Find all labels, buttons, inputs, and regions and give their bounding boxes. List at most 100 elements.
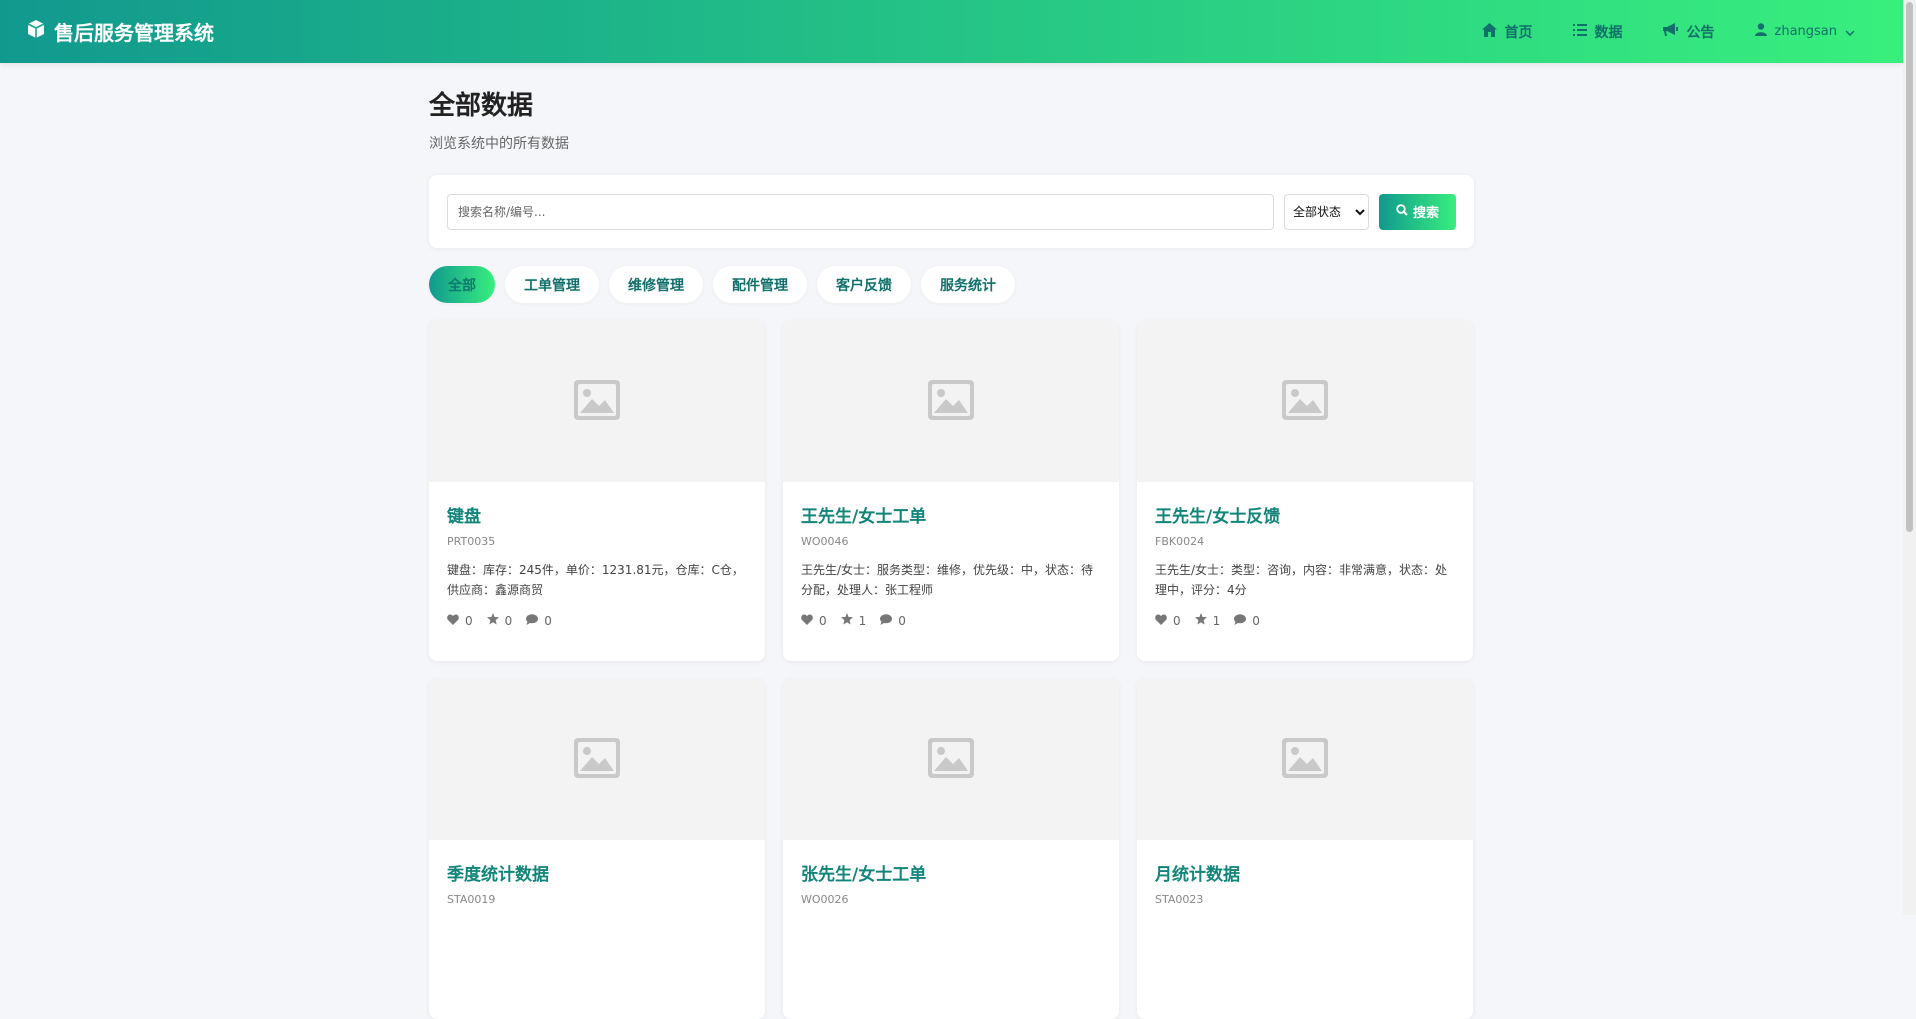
heart-icon [801,613,813,628]
star-icon [486,613,499,628]
card-image-placeholder [429,321,765,482]
data-card[interactable]: 季度统计数据 STA0019 [429,679,765,1019]
card-description: 王先生/女士：服务类型：维修，优先级：中，状态：待分配，处理人：张工程师 [801,563,1094,597]
search-button-label: 搜索 [1412,205,1439,220]
top-navbar: 售后服务管理系统 首页 数据 公告 zhangsan [0,0,1903,63]
home-icon [1481,22,1497,41]
search-panel: 全部状态 搜索 [429,175,1474,248]
tab-parts[interactable]: 配件管理 [713,266,807,303]
data-card[interactable]: 王先生/女士工单 WO0046 王先生/女士：服务类型：维修，优先级：中，状态：… [783,321,1119,661]
card-title: 王先生/女士反馈 [1155,507,1281,527]
card-code: STA0019 [447,893,496,906]
card-title: 张先生/女士工单 [801,865,927,885]
app-title: 售后服务管理系统 [54,21,214,45]
user-name: zhangsan [1774,24,1838,39]
card-image-placeholder [783,321,1119,482]
card-stats: 0 1 0 [1155,613,1455,628]
favorite-count: 0 [504,613,513,628]
chevron-down-icon [1845,24,1855,40]
card-code: FBK0024 [1155,535,1205,548]
card-description: 王先生/女士：类型：咨询，内容：非常满意，状态：处理中，评分：4分 [1155,563,1448,597]
user-menu[interactable]: zhangsan [1754,23,1856,40]
category-tabs: 全部 工单管理 维修管理 配件管理 客户反馈 服务统计 [429,266,1474,303]
user-icon [1754,23,1767,40]
tab-repairs[interactable]: 维修管理 [609,266,703,303]
comment-count: 0 [898,613,906,628]
nav-home[interactable]: 首页 [1481,22,1533,42]
card-image-placeholder [783,679,1119,840]
search-button[interactable]: 搜索 [1379,193,1456,230]
main-nav: 首页 数据 公告 zhangsan [1481,22,1856,42]
like-count: 0 [819,613,827,628]
card-image-placeholder [1137,679,1473,840]
like-stat[interactable]: 0 [447,613,473,628]
favorite-count: 1 [858,613,867,628]
data-card-grid: 键盘 PRT0035 键盘：库存：245件，单价：1231.81元，仓库：C仓，… [429,321,1474,1019]
page-title: 全部数据 [429,91,534,121]
like-stat[interactable]: 0 [1155,613,1181,628]
page-scrollbar[interactable] [1903,0,1916,915]
megaphone-icon [1662,22,1679,41]
nav-notice-label: 公告 [1686,24,1715,41]
data-card[interactable]: 王先生/女士反馈 FBK0024 王先生/女士：类型：咨询，内容：非常满意，状态… [1137,321,1473,661]
comment-icon [880,613,893,628]
tab-statistics[interactable]: 服务统计 [921,266,1015,303]
star-icon [840,613,853,628]
comment-stat[interactable]: 0 [880,613,906,628]
favorite-stat[interactable]: 1 [1194,613,1221,628]
card-code: STA0023 [1155,893,1204,906]
card-code: WO0026 [801,893,849,906]
tab-feedback[interactable]: 客户反馈 [817,266,911,303]
card-stats: 0 0 0 [447,613,747,628]
tab-work-orders[interactable]: 工单管理 [505,266,599,303]
data-card[interactable]: 键盘 PRT0035 键盘：库存：245件，单价：1231.81元，仓库：C仓，… [429,321,765,661]
comment-stat[interactable]: 0 [1234,613,1260,628]
tab-all[interactable]: 全部 [429,266,495,303]
list-icon [1572,23,1587,40]
image-icon [928,737,974,782]
card-title: 月统计数据 [1155,865,1240,885]
comment-icon [526,613,539,628]
image-icon [1282,379,1328,424]
heart-icon [447,613,459,628]
nav-data[interactable]: 数据 [1572,22,1623,42]
heart-icon [1155,613,1167,628]
image-icon [574,737,620,782]
comment-icon [1234,613,1247,628]
card-title: 季度统计数据 [447,865,549,885]
like-count: 0 [1173,613,1181,628]
nav-data-label: 数据 [1594,24,1623,41]
status-select[interactable]: 全部状态 [1284,193,1369,230]
image-icon [574,379,620,424]
page-subtitle: 浏览系统中的所有数据 [429,136,569,152]
card-image-placeholder [1137,321,1473,482]
search-input[interactable] [447,193,1274,230]
nav-home-label: 首页 [1504,24,1533,41]
card-title: 王先生/女士工单 [801,507,927,527]
scrollbar-thumb[interactable] [1906,2,1913,532]
favorite-stat[interactable]: 0 [486,613,513,628]
card-title: 键盘 [447,507,481,527]
data-card[interactable]: 张先生/女士工单 WO0026 [783,679,1119,1019]
nav-notice[interactable]: 公告 [1662,22,1715,42]
card-image-placeholder [429,679,765,840]
data-card[interactable]: 月统计数据 STA0023 [1137,679,1473,1019]
card-code: PRT0035 [447,535,496,548]
brand[interactable]: 售后服务管理系统 [26,17,214,46]
like-count: 0 [465,613,473,628]
favorite-count: 1 [1212,613,1221,628]
like-stat[interactable]: 0 [801,613,827,628]
card-stats: 0 1 0 [801,613,1101,628]
star-icon [1194,613,1207,628]
image-icon [928,379,974,424]
comment-count: 0 [544,613,552,628]
card-description: 键盘：库存：245件，单价：1231.81元，仓库：C仓，供应商：鑫源商贸 [447,563,744,597]
comment-stat[interactable]: 0 [526,613,552,628]
card-code: WO0046 [801,535,849,548]
comment-count: 0 [1252,613,1260,628]
favorite-stat[interactable]: 1 [840,613,867,628]
cube-icon [26,19,46,44]
image-icon [1282,737,1328,782]
search-icon [1396,204,1408,219]
main-content: 全部数据 浏览系统中的所有数据 全部状态 搜索 全部 工单管理 维修管理 配件管… [429,63,1474,1019]
